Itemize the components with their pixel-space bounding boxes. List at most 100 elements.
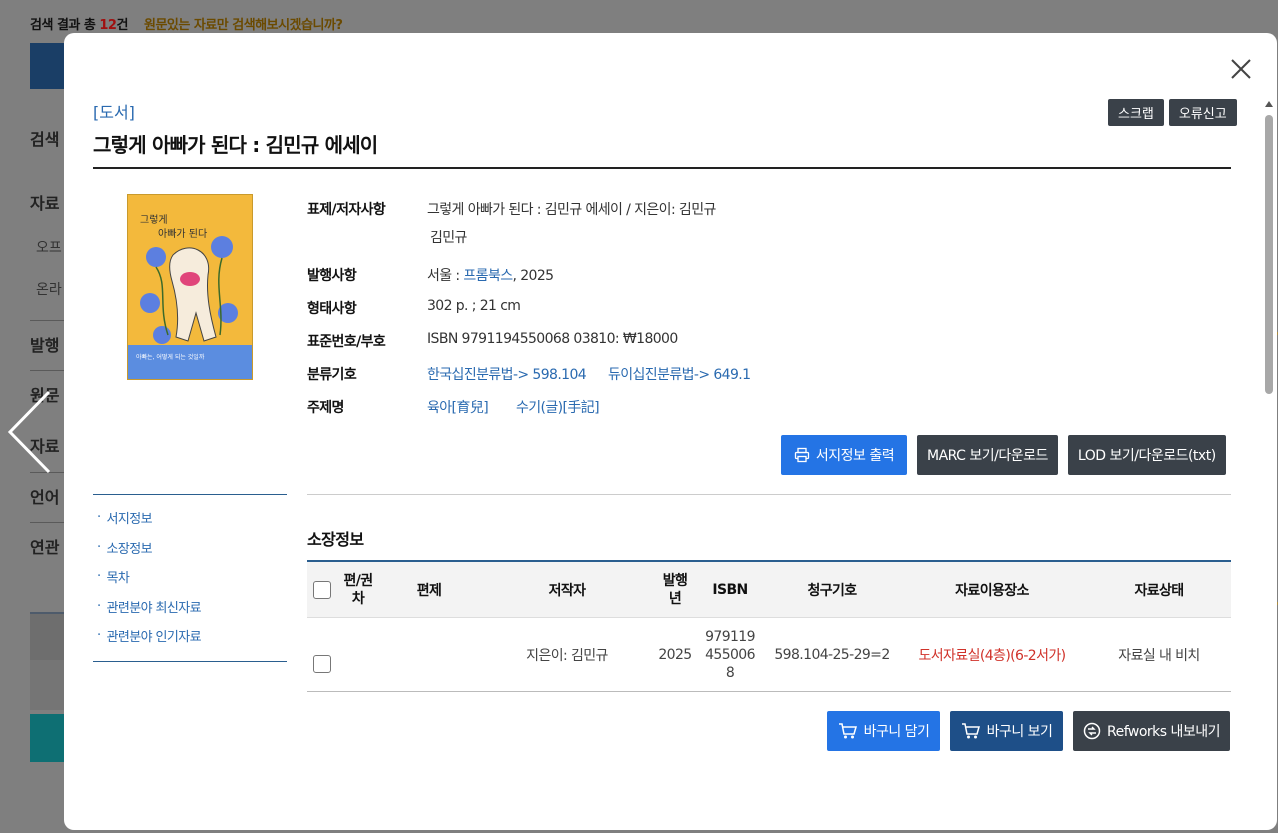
col-header-isbn: ISBN — [712, 581, 748, 598]
isbn-part: 455006 — [705, 646, 755, 663]
header-text: 발행 — [662, 572, 688, 589]
bg-sidebar-item: 발행 — [30, 336, 60, 355]
search-result-summary: 검색 결과 총 12건 원문있는 자료만 검색해보시겠습니까? — [30, 14, 343, 33]
isbn-part: 979119 — [705, 628, 755, 645]
bullet: · — [97, 628, 101, 644]
printer-icon — [794, 447, 810, 463]
material-category: [도서] — [93, 103, 135, 122]
publication-place: 서울 : — [427, 268, 464, 284]
info-value: 그렇게 아빠가 된다 : 김민규 에세이 / 지은이: 김민규 김민규 — [427, 196, 716, 247]
print-button-label: 서지정보 출력 — [815, 448, 895, 464]
section-nav-item-bibinfo[interactable]: · 서지정보 — [93, 503, 287, 533]
action-button-group: 서지정보 출력 MARC 보기/다운로드 LOD 보기/다운로드(txt) — [781, 435, 1226, 475]
cell-call-number: 598.104-25-29=2 — [774, 646, 890, 663]
table-header: 편/권 차 편제 저작자 발행 년 ISBN 청구기호 자료이용장소 자료상태 — [307, 562, 1231, 618]
print-bibinfo-button[interactable]: 서지정보 출력 — [781, 435, 907, 475]
section-nav-item-holdings[interactable]: · 소장정보 — [93, 533, 287, 563]
kdc-link[interactable]: 한국십진분류법-> 598.104 — [427, 367, 587, 383]
bullet: · — [97, 510, 101, 526]
info-row-classification: 분류기호 한국십진분류법-> 598.104 듀이십진분류법-> 649.1 — [307, 361, 751, 394]
info-label: 표제/저자사항 — [307, 202, 386, 218]
section-nav-item-recent[interactable]: · 관련분야 최신자료 — [93, 592, 287, 622]
col-header-status: 자료상태 — [1134, 582, 1184, 599]
col-header-year: 발행 년 — [657, 572, 693, 608]
select-all-checkbox[interactable] — [313, 580, 331, 599]
col-header-subtitle: 편제 — [416, 582, 442, 599]
result-prefix: 검색 결과 총 — [30, 18, 100, 33]
view-cart-button[interactable]: 바구니 보기 — [950, 711, 1063, 751]
cover-title-line1: 그렇게 — [140, 213, 168, 226]
result-count: 12 — [99, 18, 117, 33]
col-header-call-number: 청구기호 — [807, 582, 857, 599]
detail-modal: [도서] 그렇게 아빠가 된다 : 김민규 에세이 스크랩 오류신고 그렇게 아… — [64, 33, 1277, 830]
header-text: 차 — [351, 590, 365, 607]
info-value: 한국십진분류법-> 598.104 듀이십진분류법-> 649.1 — [427, 361, 751, 384]
top-button-group: 스크랩 오류신고 — [1108, 99, 1237, 126]
info-label: 분류기호 — [307, 367, 357, 383]
section-nav-item-popular[interactable]: · 관련분야 인기자료 — [93, 621, 287, 651]
modal-scrollbar[interactable] — [1262, 99, 1276, 830]
table-row: 지은이: 김민규 2025 979119 455006 8 598.104-25-2… — [307, 618, 1231, 692]
refworks-export-button[interactable]: Refworks 내보내기 — [1073, 711, 1231, 751]
add-cart-label: 바구니 담기 — [863, 724, 930, 740]
info-row-subject: 주제명 육아[育兒] 수기(글)[手記] — [307, 394, 750, 427]
report-error-button[interactable]: 오류신고 — [1168, 99, 1237, 126]
info-row-publication: 발행사항 서울 : 프롬북스, 2025 — [307, 262, 750, 295]
info-label: 주제명 — [307, 400, 344, 416]
bullet: · — [97, 539, 101, 555]
isbn-part: 8 — [725, 664, 735, 681]
info-row-standard-number: 표준번호/부호 ISBN 9791194550068 03810: ₩18000 — [307, 328, 750, 361]
author-name-value: 김민규 — [430, 230, 467, 246]
fulltext-hint-link[interactable]: 원문있는 자료만 검색해보시겠습니까? — [144, 18, 343, 33]
refworks-label: Refworks 내보내기 — [1107, 724, 1221, 740]
bg-divider — [30, 370, 64, 371]
cell-author: 지은이: 김민규 — [526, 647, 608, 664]
col-header-author: 저작자 — [548, 582, 586, 599]
info-value: 서울 : 프롬북스, 2025 — [427, 262, 554, 285]
bullet: · — [97, 598, 101, 614]
add-to-cart-button[interactable]: 바구니 담기 — [827, 711, 940, 751]
info-label: 형태사항 — [307, 301, 357, 317]
title-divider — [93, 167, 1231, 169]
bg-banner — [30, 612, 64, 660]
info-value: 302 p. ; 21 cm — [427, 298, 521, 314]
row-checkbox[interactable] — [313, 654, 331, 673]
nav-label: 관련분야 인기자료 — [106, 630, 202, 646]
cell-location-link[interactable]: 도서자료실(4층)(6-2서가) — [897, 645, 1087, 665]
bullet: · — [97, 569, 101, 585]
select-all-cell — [307, 580, 335, 599]
cell-status: 자료실 내 비치 — [1118, 647, 1200, 664]
bibliographic-info: 표제/저자사항 그렇게 아빠가 된다 : 김민규 에세이 / 지은이: 김민규 … — [307, 196, 751, 427]
subject-link[interactable]: 육아[育兒] — [427, 400, 489, 416]
section-nav: · 서지정보 · 소장정보 · 목차 · 관련분야 최신자료 · 관련분야 인기자료 — [93, 494, 287, 662]
holdings-table: 편/권 차 편제 저작자 발행 년 ISBN 청구기호 자료이용장소 자료상태 지은… — [307, 560, 1231, 692]
row-select-cell — [307, 637, 335, 673]
info-row-title-author: 표제/저자사항 그렇게 아빠가 된다 : 김민규 에세이 / 지은이: 김민규 … — [307, 196, 750, 262]
info-value: ISBN 9791194550068 03810: ₩18000 — [427, 331, 678, 347]
title-author-value: 그렇게 아빠가 된다 : 김민규 에세이 / 지은이: 김민규 — [427, 202, 716, 218]
cover-title-line2: 아빠가 된다 — [158, 228, 207, 240]
previous-arrow-icon[interactable] — [4, 388, 54, 476]
close-icon[interactable] — [1227, 55, 1255, 83]
marc-download-button[interactable]: MARC 보기/다운로드 — [917, 435, 1058, 475]
nav-label: 관련분야 최신자료 — [106, 600, 202, 616]
refworks-icon — [1083, 722, 1101, 740]
nav-label: 목차 — [106, 571, 130, 587]
col-header-location: 자료이용장소 — [955, 582, 1029, 599]
section-nav-item-toc[interactable]: · 목차 — [93, 562, 287, 592]
book-cover-image: 그렇게 아빠가 된다 아빠는, 어떻게 되는 것일까 — [127, 194, 253, 380]
result-suffix: 건 — [116, 18, 128, 33]
section-divider — [307, 494, 1231, 495]
publisher-link[interactable]: 프롬북스 — [463, 268, 513, 284]
scrollbar-thumb[interactable] — [1265, 115, 1273, 394]
subject-link[interactable]: 수기(글)[手記] — [516, 400, 600, 416]
scroll-up-icon[interactable] — [1265, 101, 1273, 107]
scrap-button[interactable]: 스크랩 — [1108, 99, 1164, 126]
lod-download-button[interactable]: LOD 보기/다운로드(txt) — [1067, 435, 1226, 475]
ddc-link[interactable]: 듀이십진분류법-> 649.1 — [608, 367, 751, 383]
header-text: 년 — [668, 590, 682, 607]
bg-sidebar-item: 자료 — [30, 194, 60, 213]
cover-bottom-text: 아빠는, 어떻게 되는 것일까 — [136, 353, 205, 361]
info-label: 발행사항 — [307, 268, 357, 284]
bg-banner — [30, 714, 64, 762]
